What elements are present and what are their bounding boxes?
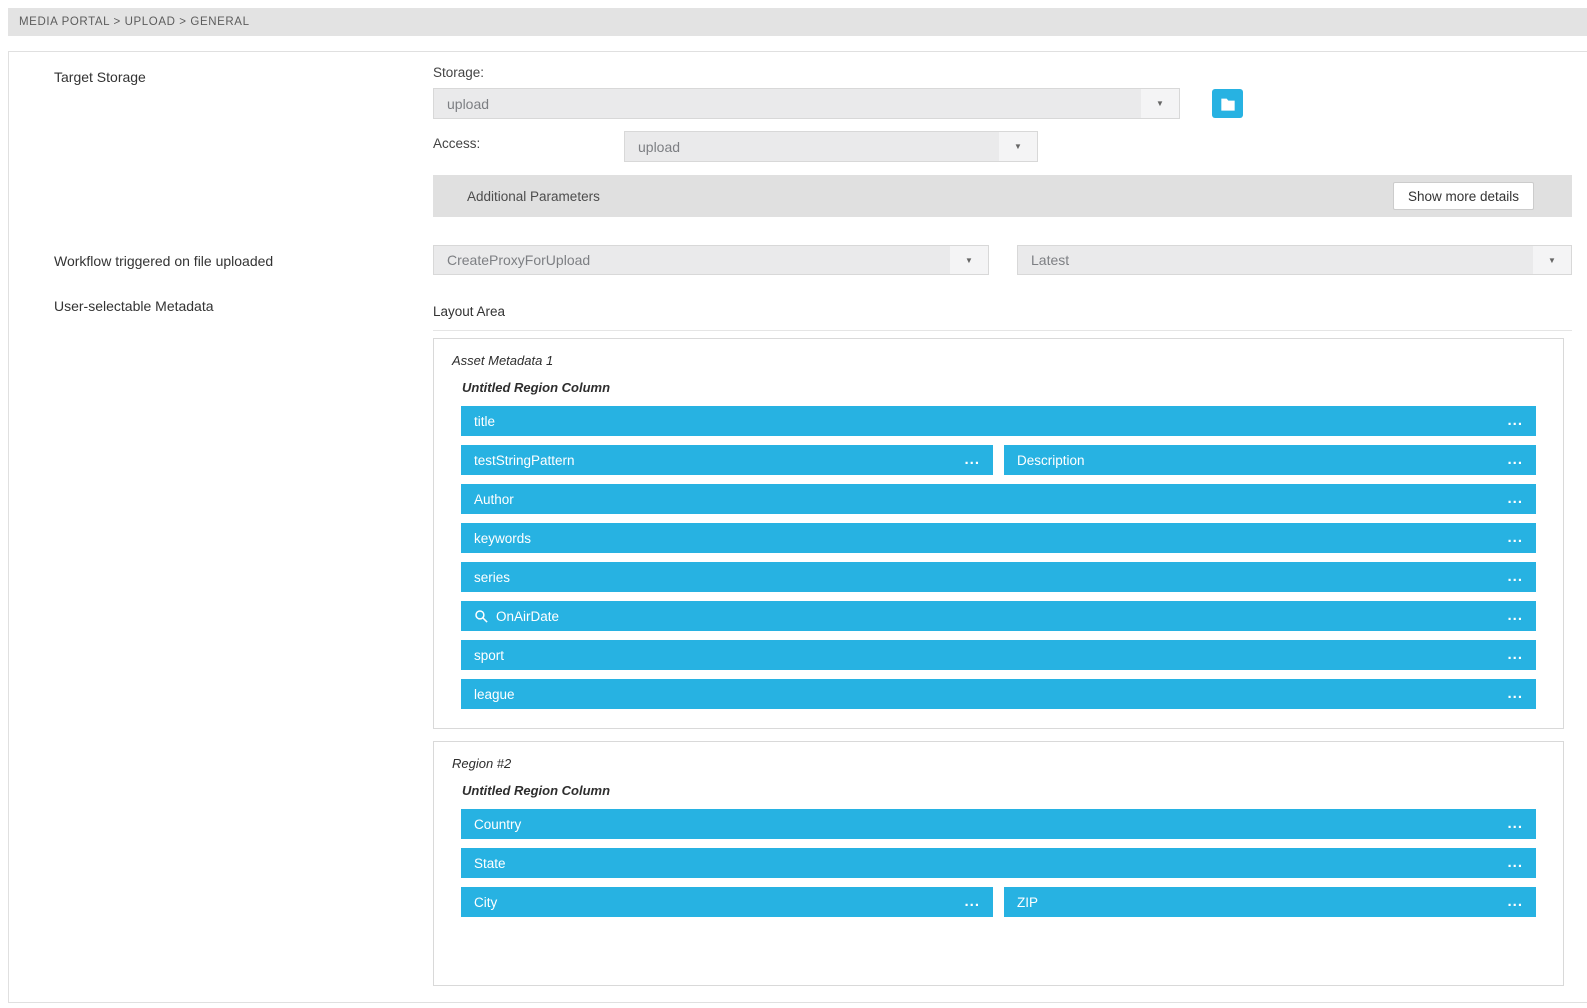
metadata-field-label: sport xyxy=(474,648,504,663)
browse-storage-button[interactable] xyxy=(1212,89,1243,118)
metadata-field-bar[interactable]: series... xyxy=(461,562,1536,592)
metadata-field-bar[interactable]: Description... xyxy=(1004,445,1536,475)
workflow-version-value: Latest xyxy=(1018,246,1533,274)
metadata-bar-row: OnAirDate... xyxy=(461,601,1536,631)
metadata-field-label: testStringPattern xyxy=(474,453,575,468)
ellipsis-menu-icon[interactable]: ... xyxy=(964,455,980,465)
layout-area-divider xyxy=(433,330,1572,331)
metadata-region: Region #2 Untitled Region Column Country… xyxy=(433,741,1564,986)
metadata-field-label: series xyxy=(474,570,510,585)
metadata-field-bar[interactable]: keywords... xyxy=(461,523,1536,553)
ellipsis-menu-icon[interactable]: ... xyxy=(1507,897,1523,907)
metadata-field-bar[interactable]: title... xyxy=(461,406,1536,436)
metadata-field-bar[interactable]: ZIP... xyxy=(1004,887,1536,917)
region-title: Region #2 xyxy=(452,756,1536,771)
metadata-field-bar[interactable]: OnAirDate... xyxy=(461,601,1536,631)
metadata-field-bar[interactable]: Author... xyxy=(461,484,1536,514)
metadata-field-bar[interactable]: testStringPattern... xyxy=(461,445,993,475)
workflow-select-value: CreateProxyForUpload xyxy=(434,246,950,274)
metadata-field-bar[interactable]: sport... xyxy=(461,640,1536,670)
metadata-bar-row: Country... xyxy=(461,809,1536,839)
metadata-bar-row: sport... xyxy=(461,640,1536,670)
storage-select-value: upload xyxy=(434,89,1141,118)
main-panel: Target Storage Workflow triggered on fil… xyxy=(8,51,1587,1003)
ellipsis-menu-icon[interactable]: ... xyxy=(1507,494,1523,504)
breadcrumb-text: MEDIA PORTAL > UPLOAD > GENERAL xyxy=(19,16,250,28)
metadata-field-bar[interactable]: City... xyxy=(461,887,993,917)
chevron-down-icon[interactable]: ▼ xyxy=(950,246,988,274)
workflow-version-select[interactable]: Latest ▼ xyxy=(1017,245,1572,275)
ellipsis-menu-icon[interactable]: ... xyxy=(1507,819,1523,829)
metadata-field-label: ZIP xyxy=(1017,895,1038,910)
metadata-field-label: OnAirDate xyxy=(496,609,559,624)
ellipsis-menu-icon[interactable]: ... xyxy=(1507,611,1523,621)
access-select[interactable]: upload ▼ xyxy=(624,131,1038,162)
region-bars: Country...State...City...ZIP... xyxy=(461,809,1536,917)
additional-parameters-label: Additional Parameters xyxy=(467,189,600,204)
metadata-field-label: Author xyxy=(474,492,514,507)
metadata-bar-row: State... xyxy=(461,848,1536,878)
metadata-bar-row: title... xyxy=(461,406,1536,436)
metadata-field-label: title xyxy=(474,414,495,429)
show-more-details-button[interactable]: Show more details xyxy=(1393,182,1534,210)
metadata-field-label: Description xyxy=(1017,453,1085,468)
metadata-field-label: City xyxy=(474,895,497,910)
folder-icon xyxy=(1220,97,1236,111)
workflow-select[interactable]: CreateProxyForUpload ▼ xyxy=(433,245,989,275)
metadata-field-label: league xyxy=(474,687,515,702)
ellipsis-menu-icon[interactable]: ... xyxy=(1507,689,1523,699)
workflow-section-label: Workflow triggered on file uploaded xyxy=(54,253,273,269)
ellipsis-menu-icon[interactable]: ... xyxy=(1507,533,1523,543)
metadata-region: Asset Metadata 1 Untitled Region Column … xyxy=(433,338,1564,729)
region-title: Asset Metadata 1 xyxy=(452,353,1536,368)
storage-label: Storage: xyxy=(433,65,484,80)
metadata-bar-row: Author... xyxy=(461,484,1536,514)
metadata-field-bar[interactable]: Country... xyxy=(461,809,1536,839)
chevron-down-icon[interactable]: ▼ xyxy=(1141,89,1179,118)
layout-area-label: Layout Area xyxy=(433,304,505,319)
region-column-title: Untitled Region Column xyxy=(462,380,1536,395)
chevron-down-icon[interactable]: ▼ xyxy=(999,132,1037,161)
ellipsis-menu-icon[interactable]: ... xyxy=(1507,858,1523,868)
access-label: Access: xyxy=(433,136,480,151)
storage-select[interactable]: upload ▼ xyxy=(433,88,1180,119)
metadata-bar-row: testStringPattern...Description... xyxy=(461,445,1536,475)
metadata-field-label: Country xyxy=(474,817,521,832)
chevron-down-icon[interactable]: ▼ xyxy=(1533,246,1571,274)
additional-parameters-bar: Additional Parameters Show more details xyxy=(433,175,1572,217)
search-icon xyxy=(474,609,489,624)
metadata-field-label: keywords xyxy=(474,531,531,546)
metadata-field-bar[interactable]: State... xyxy=(461,848,1536,878)
region-bars: title...testStringPattern...Description.… xyxy=(461,406,1536,709)
breadcrumb[interactable]: MEDIA PORTAL > UPLOAD > GENERAL xyxy=(8,8,1587,36)
metadata-section-label: User-selectable Metadata xyxy=(54,298,214,314)
ellipsis-menu-icon[interactable]: ... xyxy=(964,897,980,907)
ellipsis-menu-icon[interactable]: ... xyxy=(1507,455,1523,465)
metadata-field-bar[interactable]: league... xyxy=(461,679,1536,709)
metadata-bar-row: league... xyxy=(461,679,1536,709)
ellipsis-menu-icon[interactable]: ... xyxy=(1507,572,1523,582)
target-storage-section-label: Target Storage xyxy=(54,69,146,85)
metadata-bar-row: City...ZIP... xyxy=(461,887,1536,917)
ellipsis-menu-icon[interactable]: ... xyxy=(1507,650,1523,660)
region-column-title: Untitled Region Column xyxy=(462,783,1536,798)
access-select-value: upload xyxy=(625,132,999,161)
ellipsis-menu-icon[interactable]: ... xyxy=(1507,416,1523,426)
metadata-field-label: State xyxy=(474,856,506,871)
metadata-bar-row: series... xyxy=(461,562,1536,592)
metadata-bar-row: keywords... xyxy=(461,523,1536,553)
